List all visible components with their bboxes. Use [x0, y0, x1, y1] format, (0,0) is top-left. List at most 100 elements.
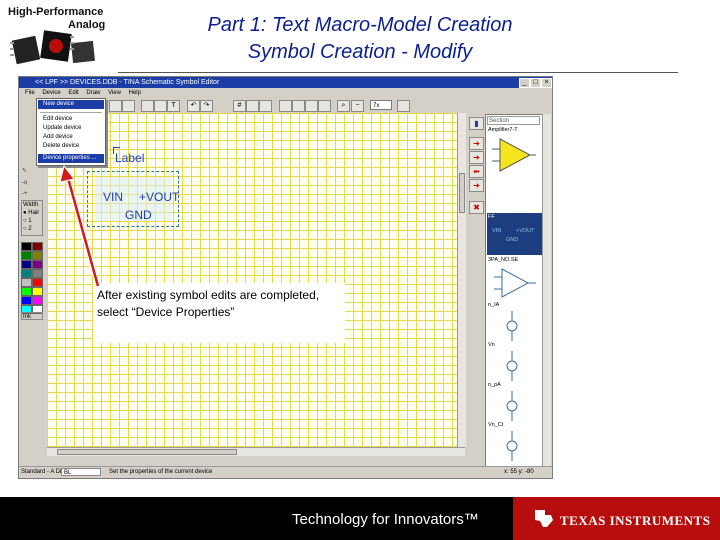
library-item-name: FF: [488, 214, 495, 220]
library-item-name[interactable]: n_pA: [488, 382, 501, 388]
minimize-button[interactable]: _: [519, 78, 530, 88]
color-swatch[interactable]: [21, 296, 32, 305]
slide-title-line2: Symbol Creation - Modify: [247, 41, 473, 63]
zoom-out-icon[interactable]: −: [351, 100, 364, 112]
menu-item-edit-device[interactable]: Edit device: [38, 115, 104, 124]
ti-wordmark: TEXAS INSTRUMENTS: [560, 513, 711, 528]
pin-gnd-label[interactable]: GND: [125, 208, 152, 222]
amplifier-symbol-icon[interactable]: [492, 135, 536, 175]
tool-button[interactable]: [246, 100, 259, 112]
move-left-icon[interactable]: ⬅: [469, 165, 484, 178]
library-selected-item[interactable]: [487, 213, 542, 255]
menu-item-new-device[interactable]: New device: [38, 100, 104, 109]
maximize-button[interactable]: □: [530, 78, 541, 88]
grid-icon[interactable]: #: [233, 100, 246, 112]
voltage-source-icon[interactable]: [502, 351, 522, 381]
library-selected-pin: VIN: [492, 228, 502, 234]
tool-button[interactable]: [279, 100, 292, 112]
tool-button[interactable]: [397, 100, 410, 112]
select-arrow-icon[interactable]: ↖: [22, 166, 42, 177]
color-swatch[interactable]: [32, 269, 43, 278]
color-swatch[interactable]: [21, 260, 32, 269]
tool-button[interactable]: [292, 100, 305, 112]
move-right-icon[interactable]: ➜: [469, 151, 484, 164]
color-swatch[interactable]: [32, 251, 43, 260]
delete-icon[interactable]: ✖: [469, 201, 484, 214]
library-search-input[interactable]: Section: [487, 116, 540, 125]
undo-icon[interactable]: ↶: [187, 100, 200, 112]
opamp-symbol-icon[interactable]: [492, 265, 536, 301]
tool-button[interactable]: [141, 100, 154, 112]
zoom-icon[interactable]: ⌕: [337, 100, 350, 112]
menu-item-update-device[interactable]: Update device: [38, 124, 104, 133]
chip-graphic-icon: [10, 30, 95, 65]
library-item-name[interactable]: Vn: [488, 342, 495, 348]
text-tool-icon[interactable]: T: [167, 100, 180, 112]
menu-item-add-device[interactable]: Add device: [38, 133, 104, 142]
status-color-select[interactable]: BL: [61, 468, 101, 476]
color-swatch[interactable]: [21, 278, 32, 287]
color-swatch[interactable]: [32, 296, 43, 305]
library-item-name[interactable]: Amplifier7-T: [488, 127, 518, 133]
symbol-canvas[interactable]: [47, 113, 457, 447]
menu-file[interactable]: File: [25, 90, 35, 96]
menu-help[interactable]: Help: [129, 90, 141, 96]
tool-button[interactable]: [122, 100, 135, 112]
hpa-logo: High-Performance Analog: [6, 6, 118, 70]
redo-icon[interactable]: ↷: [200, 100, 213, 112]
toolbar: T ↶ ↷ # ⌕ − 7x: [107, 98, 552, 112]
move-right-icon[interactable]: ➜: [469, 179, 484, 192]
current-source-icon[interactable]: [502, 391, 522, 421]
width-option-hair[interactable]: ● Hair: [23, 209, 42, 217]
library-icon[interactable]: ▮: [469, 117, 484, 130]
color-swatch[interactable]: [32, 242, 43, 251]
status-hint: Set the properties of the current device: [109, 469, 213, 475]
color-swatch[interactable]: [21, 242, 32, 251]
pin-vin-label[interactable]: VIN: [103, 190, 123, 204]
tool-button[interactable]: [305, 100, 318, 112]
width-option-1[interactable]: ○ 1: [23, 217, 42, 225]
right-toolbar: ▮ ➜ ➜ ⬅ ➜ ✖: [469, 115, 484, 227]
color-swatch[interactable]: [21, 287, 32, 296]
ti-logo-icon: [535, 510, 553, 527]
ink-indicator[interactable]: Ink: [21, 312, 43, 320]
current-source-icon[interactable]: [502, 311, 522, 341]
symbol-label[interactable]: Label: [115, 151, 144, 165]
tool-button[interactable]: [259, 100, 272, 112]
canvas-horizontal-scrollbar[interactable]: [47, 447, 465, 456]
pin-tool-icon[interactable]: -o: [22, 178, 42, 189]
footer-tagline: Technology for Innovators™: [292, 511, 479, 528]
color-swatch[interactable]: [21, 251, 32, 260]
tool-button[interactable]: [318, 100, 331, 112]
tool-button[interactable]: [109, 100, 122, 112]
voltage-source-icon[interactable]: [502, 431, 522, 461]
zoom-select[interactable]: 7x: [370, 100, 392, 110]
menu-view[interactable]: View: [108, 90, 121, 96]
menu-item-device-properties[interactable]: Device properties ...: [38, 154, 104, 163]
symbol-editor-window: << LPF >> DEVICES.DDB - TINA Schematic S…: [18, 76, 553, 479]
scroll-thumb[interactable]: [459, 173, 465, 213]
pin-tool-icon[interactable]: -+: [22, 189, 42, 200]
menu-item-delete-device[interactable]: Delete device: [38, 142, 104, 151]
color-swatch[interactable]: [32, 260, 43, 269]
width-label: Width: [23, 202, 39, 208]
menu-device[interactable]: Device: [42, 90, 60, 96]
close-button[interactable]: ×: [541, 78, 552, 88]
menu-draw[interactable]: Draw: [86, 90, 100, 96]
color-swatch[interactable]: [21, 269, 32, 278]
width-option-2[interactable]: ○ 2: [23, 225, 42, 233]
library-item-name[interactable]: n_IA: [488, 302, 499, 308]
menu-edit[interactable]: Edit: [68, 90, 78, 96]
scroll-thumb[interactable]: [57, 449, 237, 455]
move-right-icon[interactable]: ➜: [469, 137, 484, 150]
color-swatch[interactable]: [32, 278, 43, 287]
status-standard: Standard - A Dir: [21, 469, 64, 475]
pin-vout-label[interactable]: +VOUT: [139, 190, 179, 204]
color-swatch[interactable]: [32, 287, 43, 296]
library-scrollbar[interactable]: [542, 114, 551, 468]
footer-bar: Technology for Innovators™ TEXAS INSTRUM…: [0, 497, 720, 540]
canvas-vertical-scrollbar[interactable]: [457, 113, 466, 447]
library-item-name[interactable]: 3PA_NO.SE: [488, 257, 518, 263]
tool-button[interactable]: [154, 100, 167, 112]
library-item-name[interactable]: Vn_Ct: [488, 422, 503, 428]
